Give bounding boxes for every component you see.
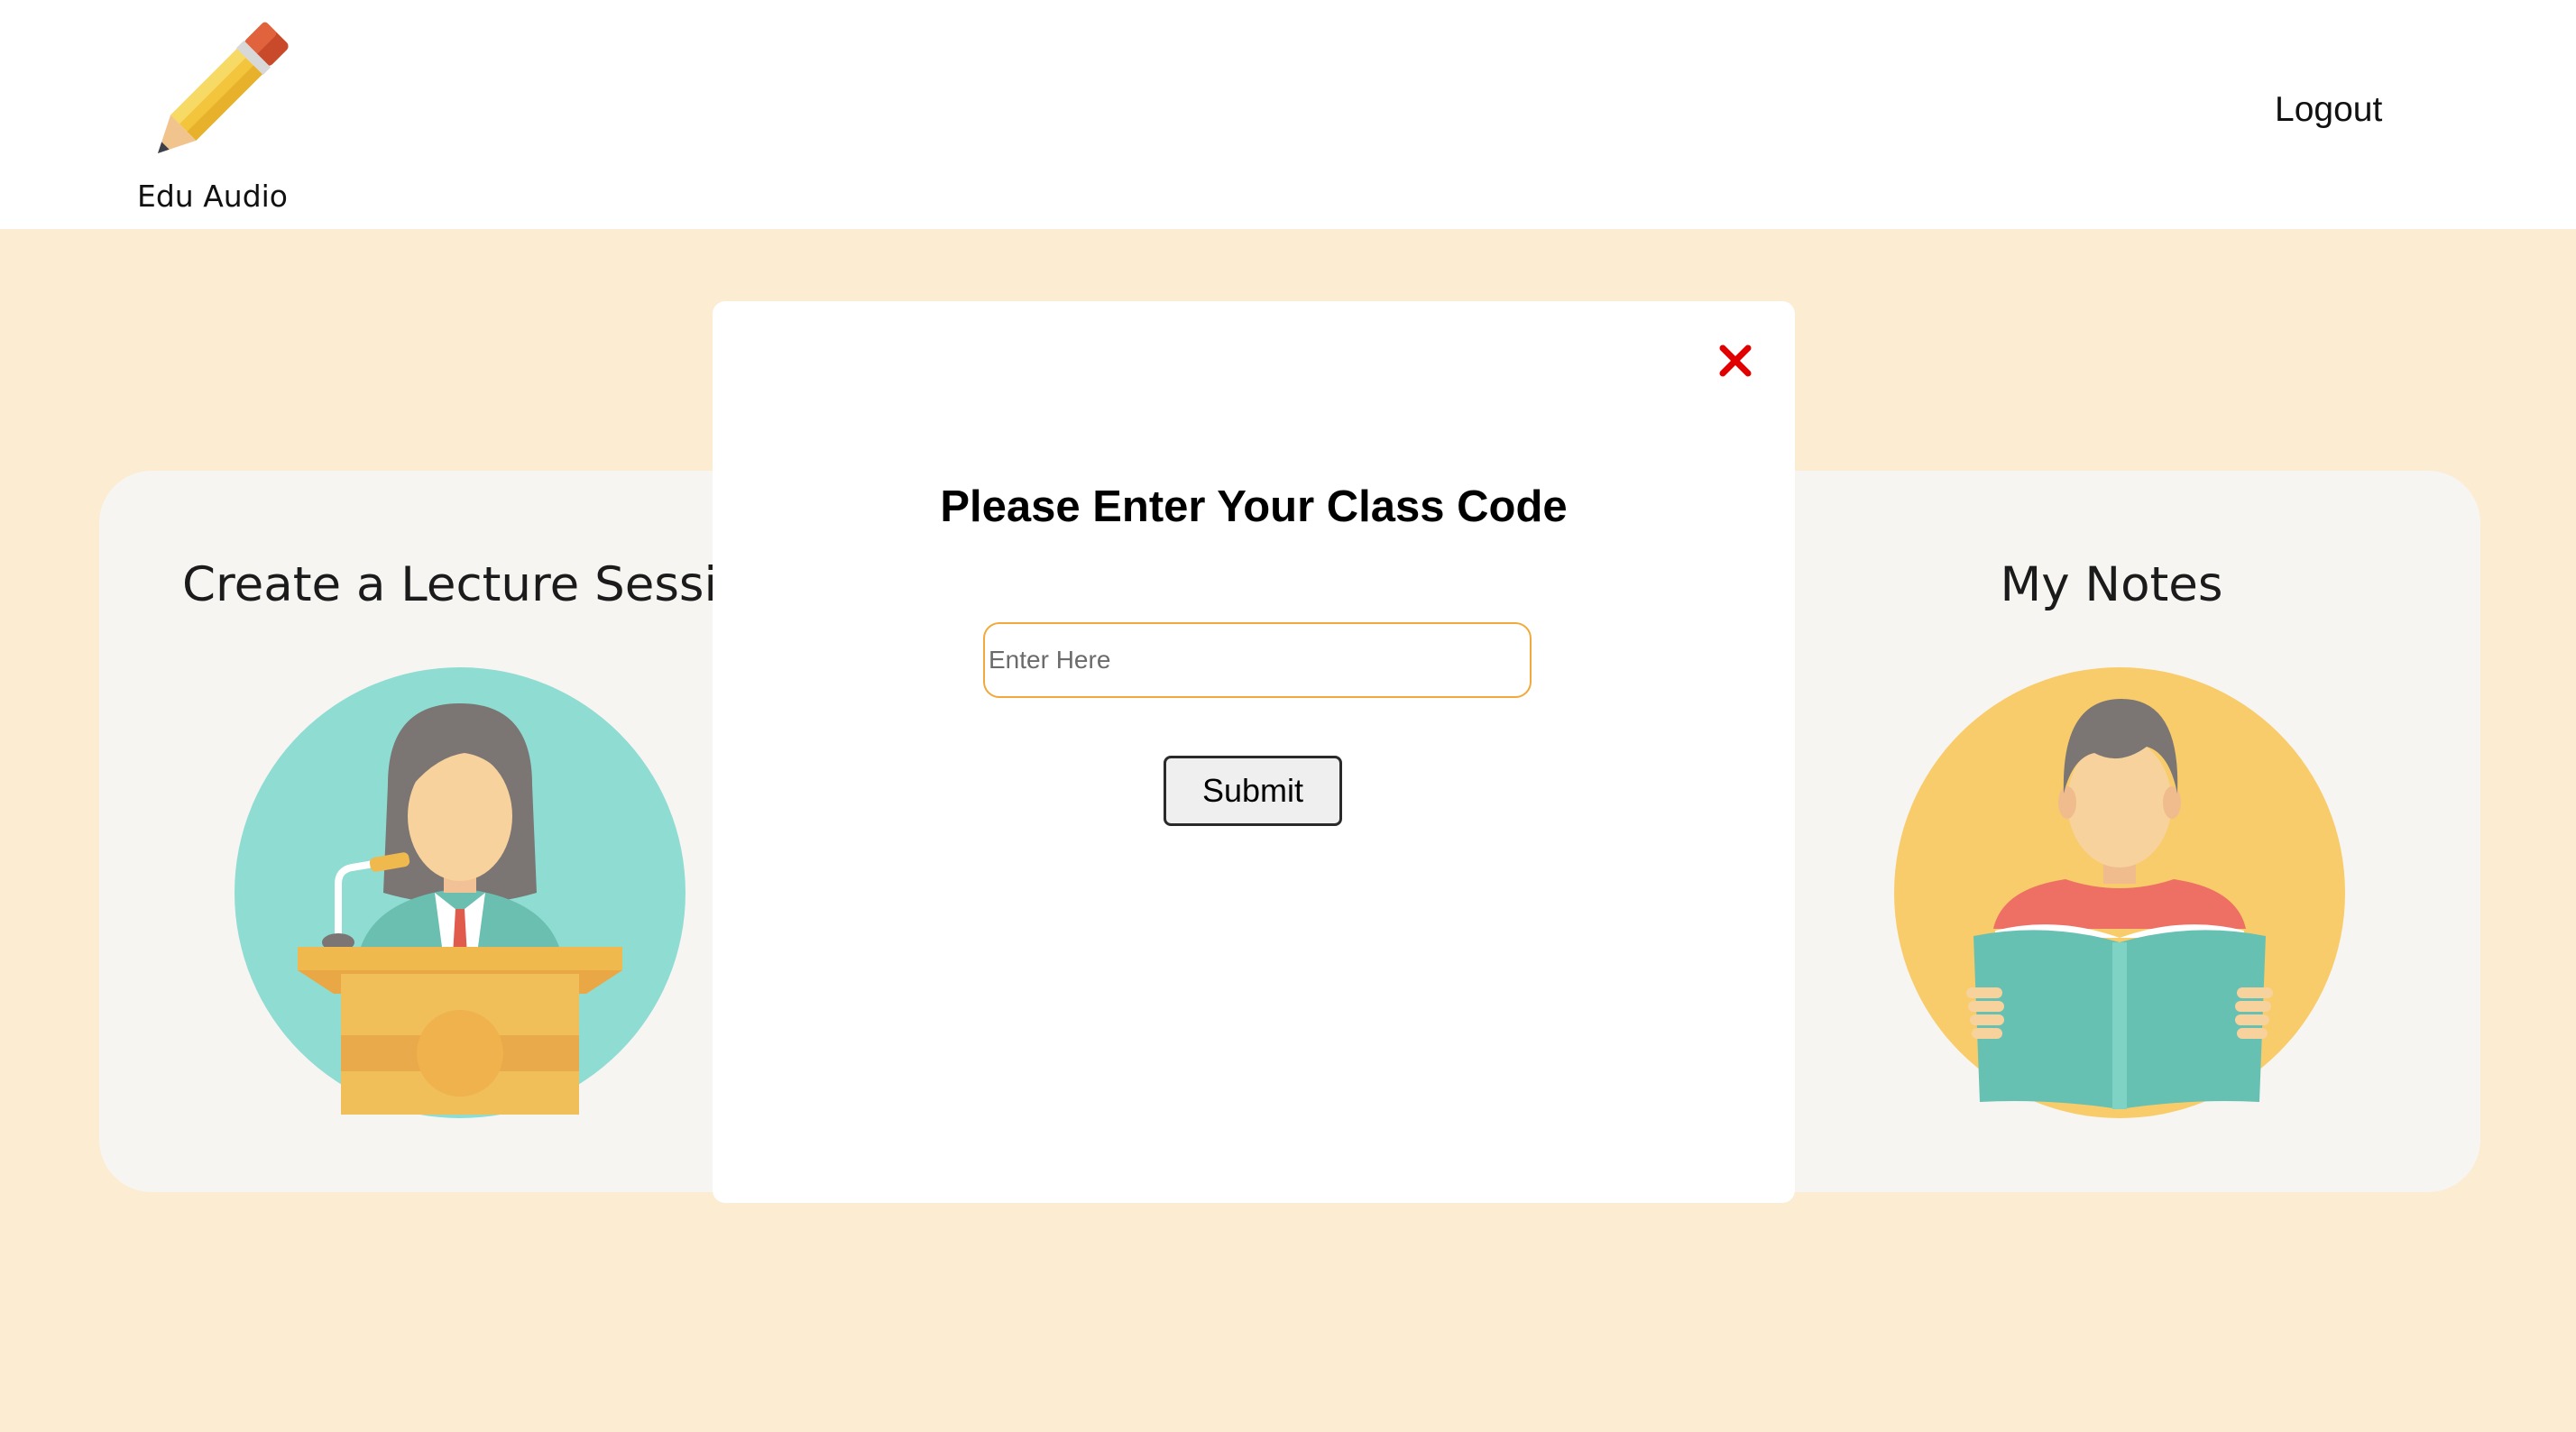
reader-illustration: [1894, 667, 2345, 1118]
modal-title: Please Enter Your Class Code: [940, 482, 1568, 531]
app-header: Edu Audio Logout: [0, 0, 2576, 229]
my-notes-card[interactable]: My Notes: [1743, 471, 2480, 1192]
my-notes-title: My Notes: [2000, 557, 2223, 612]
logo-text: Edu Audio: [137, 179, 288, 214]
class-code-modal: Please Enter Your Class Code Submit: [713, 301, 1795, 1203]
pencil-icon: [157, 22, 289, 154]
app-logo[interactable]: Edu Audio: [126, 9, 307, 216]
submit-button[interactable]: Submit: [1164, 756, 1342, 826]
close-button[interactable]: [1712, 337, 1759, 384]
class-code-input[interactable]: [983, 622, 1532, 698]
lecturer-illustration: [235, 667, 685, 1118]
close-icon: [1719, 344, 1752, 377]
logout-link[interactable]: Logout: [2275, 90, 2382, 130]
